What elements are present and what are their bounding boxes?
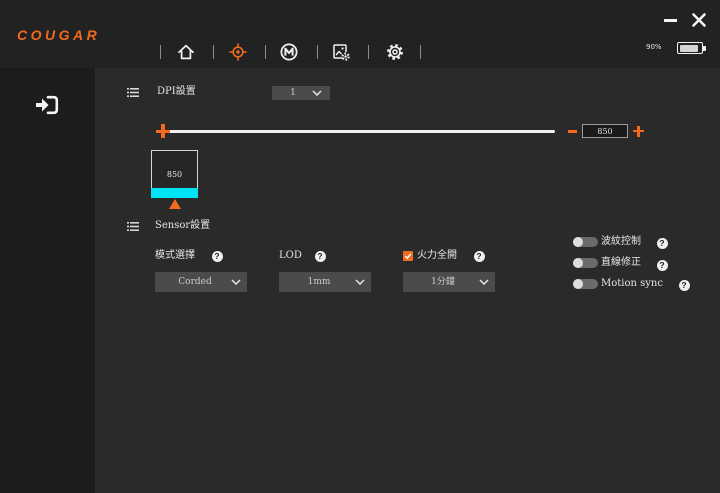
turbo-label: 火力全開: [417, 250, 457, 261]
dpi-slider-thumb[interactable]: [156, 124, 170, 138]
nav-tab-settings[interactable]: [386, 43, 404, 61]
minus-icon[interactable]: [567, 126, 578, 136]
help-icon[interactable]: ?: [678, 279, 690, 291]
target-icon: [229, 43, 247, 61]
help-icon[interactable]: ?: [314, 250, 326, 262]
motion-sync-label: Motion sync: [601, 278, 663, 289]
dpi-value-input[interactable]: [582, 124, 628, 138]
gear-icon: [387, 44, 403, 60]
close-icon: [692, 13, 706, 27]
turbo-duration-select[interactable]: 1分鐘: [403, 272, 495, 292]
lod-select[interactable]: 1mm: [279, 272, 371, 292]
plus-icon[interactable]: [633, 125, 644, 137]
turbo-checkbox[interactable]: [403, 251, 413, 261]
list-icon: [127, 88, 139, 97]
nav-separator: [317, 45, 318, 59]
ripple-control-label: 波紋控制: [601, 236, 641, 247]
nav-separator: [160, 45, 161, 59]
lod-select-value: 1mm: [307, 277, 331, 287]
nav-tab-home[interactable]: [177, 43, 195, 61]
image-settings-icon: [333, 44, 350, 61]
dpi-stage-color-bar: [151, 188, 198, 198]
sidebar: [0, 68, 95, 493]
chevron-down-icon: [355, 279, 365, 285]
nav-tab-image-settings[interactable]: [332, 43, 350, 61]
dpi-section-title: DPI設置: [157, 86, 196, 97]
sign-in-icon: [36, 95, 59, 115]
mode-select[interactable]: Corded: [155, 272, 247, 292]
lod-label: LOD: [279, 250, 302, 261]
nav-tab-macro[interactable]: [280, 43, 298, 61]
battery-terminal: [703, 45, 706, 51]
dpi-stage-select-value: 1: [290, 88, 296, 98]
help-icon[interactable]: ?: [656, 237, 668, 249]
angle-snapping-label: 直線修正: [601, 257, 641, 268]
chevron-down-icon: [231, 279, 241, 285]
ripple-control-toggle[interactable]: [573, 237, 598, 247]
nav-separator: [213, 45, 214, 59]
nav-separator: [420, 45, 421, 59]
help-icon[interactable]: ?: [211, 250, 223, 262]
dpi-stage-select[interactable]: 1: [272, 86, 330, 100]
help-icon[interactable]: ?: [656, 259, 668, 271]
check-icon: [404, 253, 412, 260]
help-icon[interactable]: ?: [473, 250, 485, 262]
nav-separator: [368, 45, 369, 59]
dpi-stage-card-value: 850: [166, 170, 183, 179]
minimize-icon[interactable]: [664, 18, 677, 22]
nav-separator: [265, 45, 266, 59]
sensor-section-title: Sensor設置: [155, 220, 211, 231]
battery-icon: [677, 42, 703, 54]
triangle-up-icon: [169, 199, 181, 209]
m-circle-icon: [280, 43, 298, 61]
dpi-stage-card[interactable]: 850: [151, 150, 198, 198]
list-icon: [127, 222, 139, 231]
battery-percent: 90%: [646, 43, 662, 51]
home-icon: [178, 44, 194, 60]
turbo-duration-value: 1分鐘: [431, 277, 455, 287]
chevron-down-icon: [312, 90, 322, 96]
cougar-logo: COUGAR: [17, 27, 101, 43]
mode-select-value: Corded: [178, 277, 212, 287]
mode-select-label: 模式選擇: [155, 250, 195, 261]
dpi-slider-track[interactable]: [163, 129, 555, 133]
nav-tab-sensor[interactable]: [229, 43, 247, 61]
battery-level-fill: [679, 44, 699, 52]
motion-sync-toggle[interactable]: [573, 279, 598, 289]
angle-snapping-toggle[interactable]: [573, 258, 598, 268]
sidebar-sign-in-button[interactable]: [35, 95, 59, 115]
close-button[interactable]: [692, 13, 706, 27]
title-bar: [0, 0, 720, 68]
chevron-down-icon: [479, 279, 489, 285]
